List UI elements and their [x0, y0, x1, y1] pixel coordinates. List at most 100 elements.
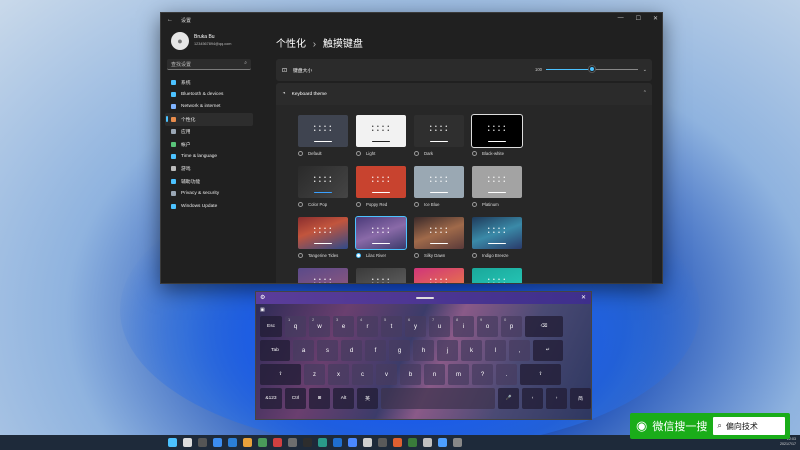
theme-thumbnail[interactable]: • • • • • • • • [472, 268, 522, 283]
radio-button[interactable] [414, 202, 419, 207]
key[interactable]: 简 [570, 388, 591, 409]
taskbar-app-icon[interactable] [183, 438, 192, 447]
taskbar-app-icon[interactable] [453, 438, 462, 447]
theme-thumbnail[interactable]: • • • • • • • • [356, 115, 406, 147]
minimize-icon[interactable]: — [618, 15, 624, 22]
theme-option[interactable]: • • • • • • • • Black-white [471, 114, 523, 156]
theme-thumbnail[interactable]: • • • • • • • • [298, 217, 348, 249]
key[interactable]: ⌫ [525, 316, 563, 337]
taskbar-app-icon[interactable] [213, 438, 222, 447]
theme-label[interactable]: Black-white [472, 151, 522, 156]
theme-label[interactable]: Default [298, 151, 348, 156]
theme-label[interactable]: Lilac River [356, 253, 406, 258]
theme-option[interactable]: • • • • • • • • [298, 268, 348, 283]
radio-button[interactable] [298, 202, 303, 207]
key[interactable]: 英 [357, 388, 378, 409]
key[interactable]: h [413, 340, 434, 361]
key[interactable]: 9o [477, 316, 498, 337]
theme-thumbnail[interactable]: • • • • • • • • [414, 166, 464, 198]
key[interactable]: , [509, 340, 530, 361]
keyboard-size-slider[interactable]: 100 [535, 66, 638, 73]
radio-button[interactable] [356, 202, 361, 207]
theme-option[interactable]: • • • • • • • • Indigo Breeze [472, 217, 522, 258]
taskbar-app-icon[interactable] [258, 438, 267, 447]
taskbar-app-icon[interactable] [198, 438, 207, 447]
key[interactable]: 7u [429, 316, 450, 337]
theme-option[interactable]: • • • • • • • • Lilac River [355, 216, 407, 258]
breadcrumb-parent[interactable]: 个性化 [276, 39, 306, 50]
key[interactable]: s [317, 340, 338, 361]
key[interactable]: 2w [309, 316, 330, 337]
key[interactable]: &123 [260, 388, 282, 409]
sidebar-item[interactable]: Bluetooth & devices [165, 88, 253, 100]
gear-icon[interactable]: ⚙ [260, 294, 265, 301]
sidebar-item[interactable]: 应用 [165, 126, 253, 138]
clipboard-icon[interactable]: ▣ [260, 307, 265, 313]
radio-button[interactable] [298, 253, 303, 258]
key[interactable]: j [437, 340, 458, 361]
space-key[interactable] [381, 388, 495, 409]
theme-option[interactable]: • • • • • • • • Poppy Red [356, 166, 406, 207]
theme-label[interactable]: Poppy Red [356, 202, 406, 207]
key[interactable]: ? [472, 364, 493, 385]
theme-option[interactable]: • • • • • • • • Silky Dawn [414, 217, 464, 258]
theme-option[interactable]: • • • • • • • • [414, 268, 464, 283]
theme-option[interactable]: • • • • • • • • Ice Blue [414, 166, 464, 207]
theme-thumbnail[interactable]: • • • • • • • • [355, 216, 407, 250]
theme-thumbnail[interactable]: • • • • • • • • [298, 166, 348, 198]
key[interactable]: ⇧ [260, 364, 301, 385]
keyboard-theme-header[interactable]: ◔ Keyboard theme ⌃ [276, 83, 652, 105]
theme-option[interactable]: • • • • • • • • [356, 268, 406, 283]
key[interactable]: f [365, 340, 386, 361]
search-input[interactable]: 查找设置 ⌕ [167, 59, 251, 70]
key[interactable]: Esc [260, 316, 282, 337]
taskbar-app-icon[interactable] [438, 438, 447, 447]
key[interactable]: a [293, 340, 314, 361]
key[interactable]: d [341, 340, 362, 361]
key[interactable]: 6y [405, 316, 426, 337]
taskbar-app-icon[interactable] [408, 438, 417, 447]
chevron-up-icon[interactable]: ⌃ [643, 90, 647, 96]
key[interactable]: 1q [285, 316, 306, 337]
key[interactable]: › [546, 388, 567, 409]
theme-thumbnail[interactable]: • • • • • • • • [298, 268, 348, 283]
sidebar-item[interactable]: 辅助功能 [165, 175, 253, 187]
keyboard-size-card[interactable]: ⊡ 键盘大小 100 ⌄ [276, 59, 652, 81]
key[interactable]: ⊞ [309, 388, 330, 409]
radio-button[interactable] [472, 253, 477, 258]
key[interactable]: . [496, 364, 517, 385]
sidebar-item[interactable]: 帐户 [165, 138, 253, 150]
key[interactable]: 🎤 [498, 388, 519, 409]
key[interactable]: Ctrl [285, 388, 306, 409]
back-arrow-icon[interactable]: ← [167, 17, 173, 23]
theme-label[interactable]: Ice Blue [414, 202, 464, 207]
radio-button[interactable] [472, 151, 477, 156]
theme-label[interactable]: Dark [414, 151, 464, 156]
theme-thumbnail[interactable]: • • • • • • • • [356, 268, 406, 283]
sidebar-item[interactable]: 系统 [165, 76, 253, 88]
key[interactable]: Tab [260, 340, 290, 361]
taskbar-app-icon[interactable] [168, 438, 177, 447]
theme-label[interactable]: Light [356, 151, 406, 156]
key[interactable]: l [485, 340, 506, 361]
taskbar-app-icon[interactable] [393, 438, 402, 447]
close-icon[interactable]: ✕ [581, 294, 586, 301]
key[interactable]: m [448, 364, 469, 385]
theme-option[interactable]: • • • • • • • • Light [356, 115, 406, 156]
key[interactable]: 3e [333, 316, 354, 337]
theme-thumbnail[interactable]: • • • • • • • • [414, 217, 464, 249]
theme-thumbnail[interactable]: • • • • • • • • [414, 115, 464, 147]
theme-option[interactable]: • • • • • • • • Default [298, 115, 348, 156]
theme-option[interactable]: • • • • • • • • Color Pop [298, 166, 348, 207]
key[interactable]: Alt [333, 388, 354, 409]
radio-button[interactable] [356, 253, 361, 258]
radio-button[interactable] [356, 151, 361, 156]
theme-thumbnail[interactable]: • • • • • • • • [356, 166, 406, 198]
taskbar-app-icon[interactable] [348, 438, 357, 447]
slider-thumb[interactable] [589, 66, 595, 73]
theme-label[interactable]: Platinum [472, 202, 522, 207]
theme-option[interactable]: • • • • • • • • [472, 268, 522, 283]
close-icon[interactable]: ✕ [653, 15, 658, 22]
taskbar-app-icon[interactable] [243, 438, 252, 447]
key[interactable]: ↵ [533, 340, 563, 361]
